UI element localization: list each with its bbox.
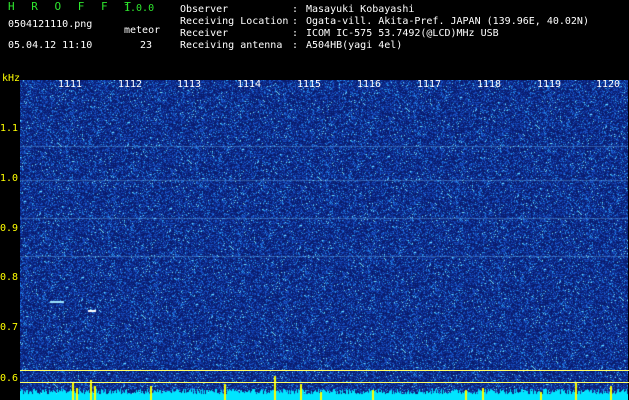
x-tick: 1114 bbox=[237, 79, 262, 90]
antenna-colon: : bbox=[292, 40, 299, 51]
location-value: Ogata-vill. Akita-Pref. JAPAN (139.96E, … bbox=[306, 16, 589, 27]
receiver-key: Receiver bbox=[180, 28, 229, 39]
meteor-count: 23 bbox=[140, 40, 153, 51]
y-axis-unit: kHz bbox=[2, 73, 21, 84]
x-tick: 1111 bbox=[58, 79, 83, 90]
y-tick: 0.8 bbox=[0, 272, 19, 283]
receiver-value: ICOM IC-575 53.7492(@LCD)MHz USB bbox=[306, 28, 499, 39]
location-key: Receiving Location bbox=[180, 16, 289, 27]
app-version: 1.0.0 bbox=[124, 3, 155, 14]
x-tick: 1119 bbox=[537, 79, 562, 90]
x-tick: 1116 bbox=[357, 79, 382, 90]
x-tick: 1113 bbox=[177, 79, 202, 90]
x-tick: 1112 bbox=[118, 79, 143, 90]
observer-colon: : bbox=[292, 4, 299, 15]
x-tick: 1115 bbox=[297, 79, 322, 90]
meteor-label: meteor bbox=[124, 25, 161, 36]
y-tick: 0.7 bbox=[0, 322, 19, 333]
y-tick: 0.6 bbox=[0, 373, 19, 384]
observer-key: Observer bbox=[180, 4, 229, 15]
receiver-colon: : bbox=[292, 28, 299, 39]
spectrogram-canvas bbox=[20, 80, 628, 400]
baseline-marker bbox=[20, 370, 629, 371]
x-tick: 1117 bbox=[417, 79, 442, 90]
x-tick: 1120 bbox=[596, 79, 621, 90]
x-tick: 1118 bbox=[477, 79, 502, 90]
observer-value: Masayuki Kobayashi bbox=[306, 4, 415, 15]
y-tick: 1.0 bbox=[0, 173, 19, 184]
observation-datetime: 05.04.12 11:10 bbox=[8, 40, 93, 51]
y-tick: 1.1 bbox=[0, 123, 19, 134]
app-title: H R O F F T bbox=[8, 0, 136, 13]
location-colon: : bbox=[292, 16, 299, 27]
y-tick: 0.9 bbox=[0, 223, 19, 234]
spectrogram bbox=[20, 80, 628, 400]
baseline-marker bbox=[20, 382, 629, 383]
antenna-value: A504HB(yagi 4el) bbox=[306, 40, 403, 51]
antenna-key: Receiving antenna bbox=[180, 40, 283, 51]
file-name: 0504121110.png bbox=[8, 19, 93, 30]
